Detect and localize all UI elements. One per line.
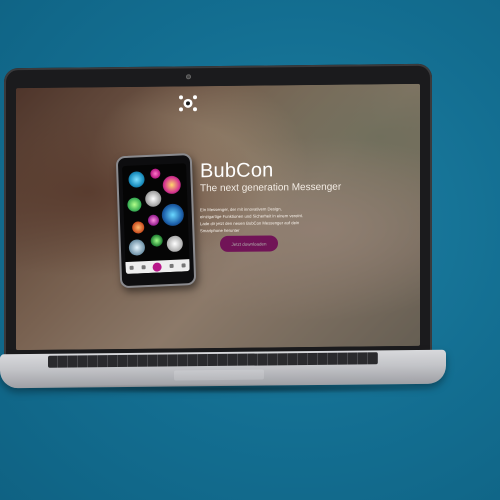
phone-screen bbox=[122, 163, 190, 275]
laptop-lid: BubCon The next generation Messenger Ein… bbox=[4, 63, 432, 361]
add-chat-button[interactable] bbox=[152, 261, 163, 272]
bubcon-logo-icon[interactable] bbox=[178, 94, 198, 112]
chat-bubble bbox=[144, 190, 162, 208]
chat-bubble bbox=[127, 197, 142, 212]
chat-bubble bbox=[162, 175, 182, 195]
download-button[interactable]: Jetzt downloaden bbox=[220, 235, 278, 252]
phone-nav-bar bbox=[125, 259, 190, 275]
camera-icon bbox=[186, 74, 191, 80]
chat-bubble bbox=[147, 214, 160, 227]
chat-bubble bbox=[132, 221, 145, 234]
phone-mockup bbox=[115, 152, 197, 289]
laptop-mockup: BubCon The next generation Messenger Ein… bbox=[0, 0, 500, 500]
website-screen: BubCon The next generation Messenger Ein… bbox=[16, 83, 420, 351]
chat-bubble bbox=[150, 234, 163, 247]
laptop-trackpad bbox=[174, 369, 264, 381]
page-title: BubCon bbox=[200, 159, 274, 183]
chat-bubble bbox=[161, 203, 185, 227]
chat-bubble bbox=[128, 171, 145, 188]
nav-icon[interactable] bbox=[129, 265, 134, 270]
nav-icon[interactable] bbox=[141, 265, 146, 270]
chat-bubble bbox=[166, 235, 184, 253]
nav-icon[interactable] bbox=[181, 263, 186, 268]
chat-bubble bbox=[150, 168, 161, 179]
hero-section: BubCon The next generation Messenger Ein… bbox=[200, 158, 400, 234]
page-subtitle: The next generation Messenger bbox=[200, 181, 342, 195]
nav-icon[interactable] bbox=[169, 263, 174, 269]
hero-description: Ein Messenger, der mit innovativem Desig… bbox=[200, 206, 304, 234]
laptop-shadow bbox=[10, 384, 440, 394]
chat-bubble bbox=[128, 239, 146, 256]
